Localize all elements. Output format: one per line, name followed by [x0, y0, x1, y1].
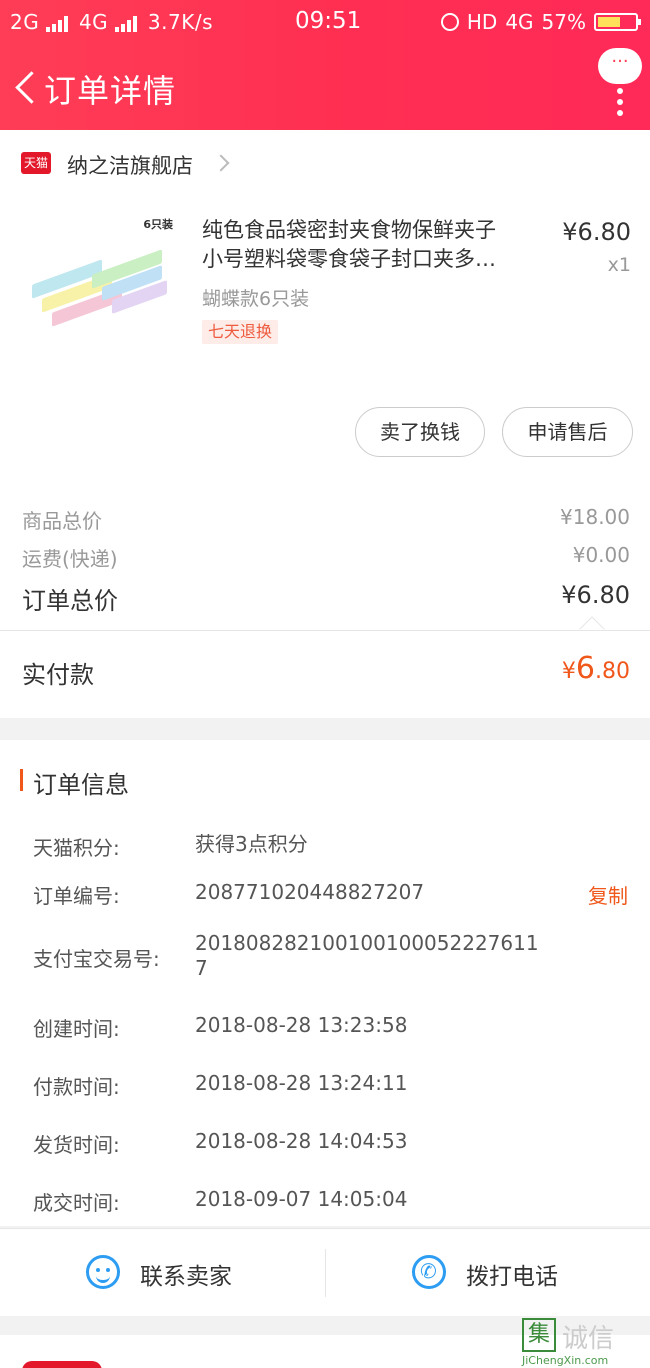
watermark-url: JiChengXin.com: [522, 1354, 609, 1367]
info-value: 2018-08-28 14:04:53: [195, 1129, 408, 1153]
info-value: 2018082821001001000522276117: [195, 931, 539, 980]
back-icon[interactable]: [12, 68, 42, 108]
shipping-label: 运费(快递): [22, 547, 118, 571]
order-total-row: 订单总价 ¥6.80: [22, 581, 630, 616]
product-qty: x1: [607, 254, 631, 276]
info-label: 付款时间:: [33, 1075, 120, 1099]
clock: 09:51: [295, 8, 362, 34]
chat-bubble-icon: ···: [598, 48, 642, 84]
call-label: 拨打电话: [466, 1264, 558, 1290]
sell-button[interactable]: 卖了换钱: [355, 407, 485, 457]
info-value: 2018-09-07 14:05:04: [195, 1187, 408, 1211]
info-label: 发货时间:: [33, 1133, 120, 1157]
app-header: 2G 4G 3.7K/s 09:51 HD 4G 57% 订单详情 ···: [0, 0, 650, 130]
tmall-icon: 天猫: [21, 152, 51, 174]
divider-notch: [579, 616, 605, 642]
more-dots-icon: [617, 88, 623, 121]
order-card: 天猫 纳之洁旗舰店 6只装 纯色食品袋密封夹食物保鲜夹子 小号塑料袋零食袋子封口…: [0, 130, 650, 718]
paid-value: ¥6.80: [562, 651, 630, 686]
network3-label: 4G: [505, 10, 534, 34]
watermark-icon: 集: [522, 1318, 556, 1352]
watermark-text: 诚信: [562, 1324, 615, 1354]
product-title-line1: 纯色食品袋密封夹食物保鲜夹子: [202, 218, 496, 242]
hd-label: HD: [466, 10, 498, 34]
info-value: 2018-08-28 13:24:11: [195, 1071, 408, 1095]
product-variant: 蝴蝶款6只装: [202, 288, 310, 310]
info-label: 创建时间:: [33, 1017, 120, 1041]
info-label: 支付宝交易号:: [33, 947, 160, 971]
call-button[interactable]: 拨打电话: [412, 1229, 612, 1317]
status-right: HD 4G 57%: [440, 10, 641, 34]
network2-label: 4G: [78, 10, 109, 34]
info-label: 成交时间:: [33, 1191, 120, 1215]
paid-dec: .80: [595, 659, 630, 684]
shipping-row: 运费(快递) ¥0.00: [22, 543, 630, 572]
goods-total-row: 商品总价 ¥18.00: [22, 505, 630, 534]
phone-icon: [412, 1255, 446, 1289]
divider: [0, 630, 650, 631]
product-title-line2: 小号塑料袋零食袋子封口夹多…: [202, 247, 496, 271]
product-price: ¥6.80: [562, 218, 631, 246]
shipping-value: ¥0.00: [572, 543, 630, 567]
battery-percent: 57%: [541, 10, 586, 34]
goods-total-label: 商品总价: [22, 509, 102, 533]
section-accent-bar: [20, 769, 23, 791]
divider: [325, 1249, 326, 1297]
order-total-label: 订单总价: [22, 587, 118, 615]
alarm-icon: [440, 13, 459, 31]
after-sale-button[interactable]: 申请售后: [502, 407, 633, 457]
speed-label: 3.7K/s: [147, 10, 213, 34]
paid-yen: ¥: [561, 659, 576, 684]
network-label: 2G: [10, 10, 40, 34]
page-title: 订单详情: [44, 72, 177, 110]
more-button[interactable]: ···: [598, 48, 642, 116]
chevron-right-icon: [212, 154, 230, 172]
product-image[interactable]: 6只装: [22, 212, 177, 362]
nav-bar: 订单详情 ···: [0, 48, 650, 118]
info-value: 获得3点积分: [195, 832, 308, 856]
status-bar: 2G 4G 3.7K/s 09:51 HD 4G 57%: [0, 8, 650, 40]
action-bar: 联系卖家 拨打电话: [0, 1228, 650, 1316]
paid-int: 6: [575, 651, 595, 686]
red-badge: [22, 1361, 102, 1368]
product-title[interactable]: 纯色食品袋密封夹食物保鲜夹子 小号塑料袋零食袋子封口夹多…: [202, 216, 537, 274]
status-left: 2G 4G 3.7K/s: [10, 10, 213, 34]
order-info-section: 订单信息 天猫积分: 获得3点积分 订单编号: 2087710204488272…: [0, 740, 650, 1226]
return-badge: 七天退换: [202, 320, 279, 344]
store-row[interactable]: 天猫 纳之洁旗舰店: [0, 130, 650, 198]
copy-button[interactable]: 复制: [588, 880, 628, 909]
battery-icon: [594, 13, 641, 31]
store-name: 纳之洁旗舰店: [67, 154, 193, 178]
paid-label: 实付款: [22, 661, 94, 689]
info-label: 订单编号:: [33, 884, 120, 908]
watermark-logo: 集 诚信 JiChengXin.com: [522, 1318, 642, 1367]
goods-total-value: ¥18.00: [560, 505, 630, 529]
signal-icon: [46, 15, 72, 32]
chat-smile-icon: [86, 1255, 120, 1289]
info-value: 2018-08-28 13:23:58: [195, 1013, 408, 1037]
order-info-heading: 订单信息: [33, 771, 129, 799]
signal-icon: [115, 15, 141, 32]
paid-row: 实付款 ¥6.80: [22, 651, 630, 690]
info-label: 天猫积分:: [33, 836, 120, 860]
contact-seller-button[interactable]: 联系卖家: [86, 1229, 326, 1317]
order-number-value: 208771020448827207: [195, 880, 425, 904]
contact-seller-label: 联系卖家: [140, 1264, 232, 1290]
image-tag: 6只装: [143, 218, 173, 231]
order-total-value: ¥6.80: [561, 581, 630, 609]
